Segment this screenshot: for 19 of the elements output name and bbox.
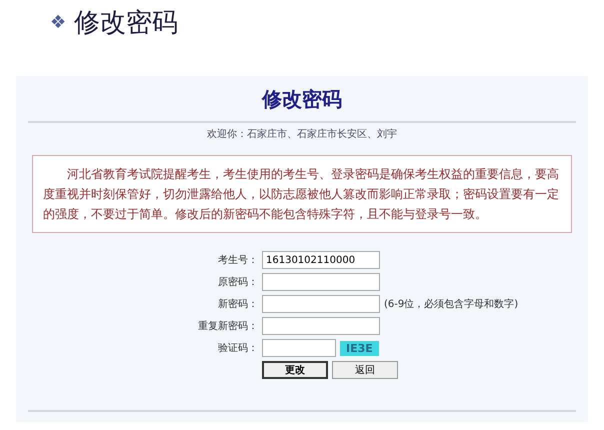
welcome-text: 欢迎你：石家庄市、石家庄市长安区、刘宇	[207, 128, 397, 141]
field-hint: (6-9位，必须包含字母和数字)	[384, 298, 518, 311]
input-field[interactable]	[262, 317, 380, 335]
form-button[interactable]: 返回	[332, 361, 398, 379]
input-field[interactable]	[262, 295, 380, 313]
input-field[interactable]: 16130102110000	[262, 251, 380, 269]
notice-text: 河北省教育考试院提醒考生，考生使用的考生号、登录密码是确保考生权益的重要信息，要高度重视并时刻保管好，切勿泄露给他人，以防志愿被他人篡改而影响正常录取；密码设置要有一定的强度，不要过于简单。修改后的新密码不能包含特殊字符，且不能与登录号一致。	[32, 155, 572, 233]
field-label: 重复新密码：	[197, 320, 258, 333]
field-label: 原密码：	[217, 276, 258, 289]
field-label: 考生号：	[217, 254, 258, 267]
field-label: 验证码：	[217, 342, 258, 355]
field-label: 新密码：	[217, 298, 258, 311]
captcha-image: IE3E	[340, 340, 379, 356]
input-field[interactable]	[262, 339, 336, 357]
slide-title: 修改密码	[74, 6, 178, 40]
form-button[interactable]: 更改	[262, 361, 328, 379]
bullet-icon: ❖	[50, 12, 66, 32]
page-heading: 修改密码	[262, 86, 342, 113]
input-field[interactable]	[262, 273, 380, 291]
